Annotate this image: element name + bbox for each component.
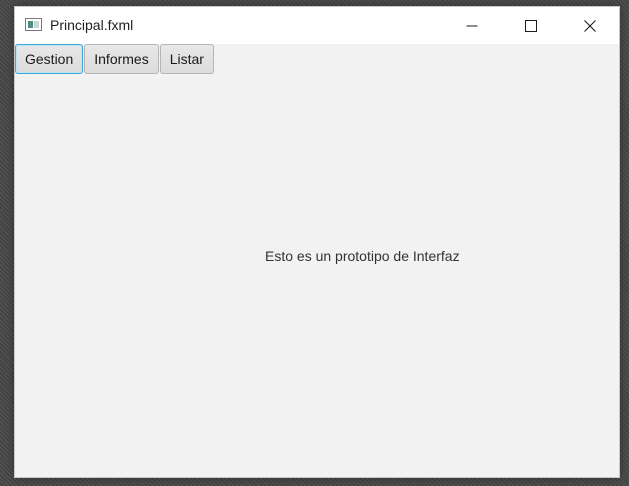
listar-button[interactable]: Listar	[159, 44, 214, 74]
app-icon	[25, 18, 42, 31]
title-bar[interactable]: Principal.fxml	[15, 7, 619, 44]
prototype-message: Esto es un prototipo de Interfaz	[265, 248, 460, 264]
minimize-button[interactable]	[449, 7, 495, 44]
toolbar: Gestion Informes Listar	[15, 44, 215, 76]
app-icon-left-pane	[28, 21, 33, 28]
close-icon	[584, 19, 596, 32]
app-icon-right-pane	[34, 21, 39, 28]
window-title: Principal.fxml	[50, 17, 134, 33]
close-button[interactable]	[567, 7, 613, 44]
gestion-button[interactable]: Gestion	[15, 44, 84, 74]
maximize-icon	[525, 19, 537, 32]
app-window: Principal.fxml Gestion Informes Listar E…	[14, 6, 620, 478]
minimize-icon	[466, 25, 478, 26]
maximize-button[interactable]	[508, 7, 554, 44]
informes-button[interactable]: Informes	[84, 44, 159, 74]
